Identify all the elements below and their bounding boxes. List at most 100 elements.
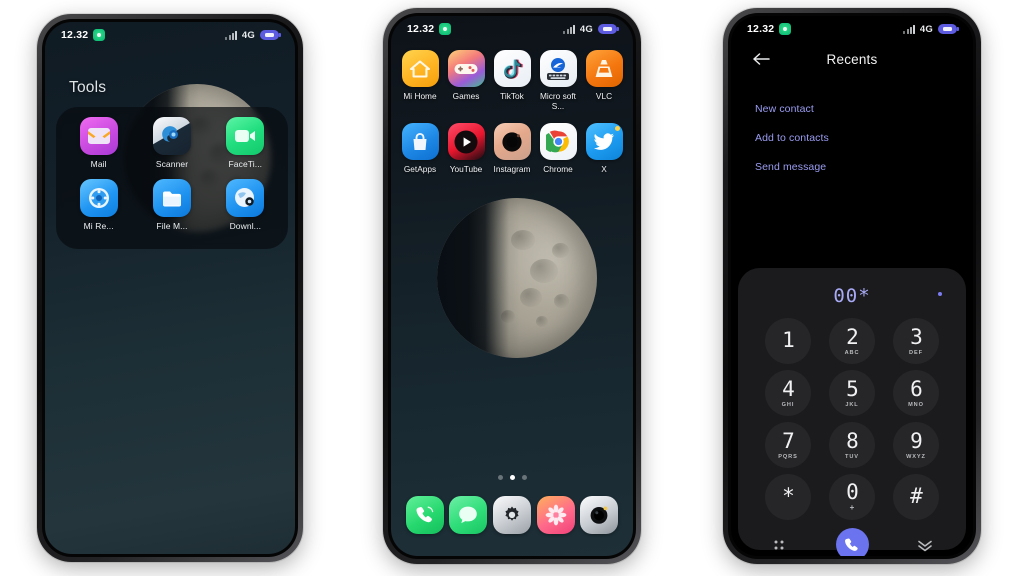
dialpad-key-9[interactable]: 9 WXYZ [893,422,939,468]
keypad-grid-icon[interactable] [768,534,790,556]
key-digit: 0 [846,480,859,504]
recording-indicator-icon [779,23,792,35]
folder-app-scanner[interactable]: Scanner [135,117,208,179]
key-digit: * [782,483,795,508]
app-games[interactable]: Games [443,50,489,111]
status-bar-left: 12.32 [61,29,106,41]
battery-icon [598,24,619,34]
app-x-twitter[interactable]: X [581,123,627,174]
folder-app-mi-remote[interactable]: Mi Re... [62,179,135,241]
battery-icon [260,30,281,40]
app-label: TikTok [500,91,524,101]
link-new-contact[interactable]: New contact [755,94,949,123]
folder-app-label: FaceTi... [228,159,263,169]
chevron-double-down-icon[interactable] [914,534,936,556]
screenshot-canvas: 12.32 4G Tools Mail Scanner FaceTi... Mi… [0,0,1024,576]
vlc-icon [585,50,623,87]
app-vlc[interactable]: VLC [581,50,627,111]
phone-3-screen: 12.32 4G Recents New contact Add to cont… [731,16,973,556]
tiktok-icon [493,50,531,87]
dialpad-key-3[interactable]: 3 DEF [893,318,939,364]
games-icon [447,50,485,87]
folder-app-downloads[interactable]: Downl... [209,179,282,241]
network-type-label: 4G [579,23,593,35]
key-digit: 2 [846,324,859,349]
key-digit: 9 [910,428,923,453]
youtube-icon [447,123,485,161]
dialpad-key-5[interactable]: 5 JKL [829,370,875,416]
phone-call-icon[interactable] [835,528,869,556]
message-bubble-icon[interactable] [449,496,488,534]
link-add-to-contacts[interactable]: Add to contacts [755,123,949,152]
folder-app-file-manager[interactable]: File M... [135,179,208,241]
dialpad-key-8[interactable]: 8 TUV [829,422,875,468]
moon-wallpaper-2 [437,198,597,358]
folder-app-mail[interactable]: Mail [62,117,135,179]
status-bar: 12.32 4G [45,22,295,48]
app-label: Chrome [543,164,573,175]
key-digit: 3 [910,324,923,349]
app-label: Instagram [493,164,531,175]
dialpad-key-6[interactable]: 6 MNO [893,370,939,416]
app-instagram[interactable]: Instagram [489,123,535,174]
app-tiktok[interactable]: TikTok [489,50,535,111]
key-letters: PQRS [778,453,798,460]
battery-icon [938,24,959,34]
recording-indicator-icon [439,23,452,35]
page-dot[interactable] [497,475,503,480]
chrome-icon [539,123,577,161]
app-getapps[interactable]: GetApps [397,123,443,174]
app-label: Mi Home [403,91,437,101]
dialpad-key-2[interactable]: 2 ABC [829,318,875,364]
dialpad-key-0[interactable]: 0 + [829,474,875,520]
arrow-left-icon[interactable] [751,48,773,70]
phone-1-bezel: 12.32 4G Tools Mail Scanner FaceTi... Mi… [42,19,298,557]
phone-icon[interactable] [405,496,444,534]
dialpad-key-4[interactable]: 4 GHI [765,370,811,416]
key-digit: 5 [846,376,859,401]
camera-icon[interactable] [580,496,619,534]
app-label: VLC [595,91,613,101]
status-time: 12.32 [747,23,775,35]
page-indicator[interactable] [391,475,633,480]
dialpad-key-1[interactable]: 1 [765,318,811,364]
mi-home-icon [401,50,439,87]
key-letters: TUV [845,453,859,460]
gear-icon[interactable] [492,496,531,534]
key-letters: DEF [909,349,923,356]
folder-app-facetime[interactable]: FaceTi... [209,117,282,179]
network-type-label: 4G [241,29,255,41]
app-grid: Mi Home Games TikTok Micro soft S... VLC… [391,50,633,174]
app-mi-home[interactable]: Mi Home [397,50,443,111]
folder-app-label: Downl... [229,221,262,231]
dialpad: 00* 1 2 ABC 3 DEF 4 GHI 5 JKL 6 MNO 7 PQ… [738,268,966,556]
phone-2-screen: 12.32 4G Mi Home Games TikTok Micro soft… [391,16,633,556]
dialpad-key-star[interactable]: * [765,474,811,520]
app-youtube[interactable]: YouTube [443,123,489,174]
app-label: YouTube [449,164,483,175]
page-dot-active[interactable] [509,475,515,480]
flower-icon[interactable] [536,496,575,534]
phone-3-bezel: 12.32 4G Recents New contact Add to cont… [728,13,976,559]
sim-indicator-dot [938,292,942,296]
app-microsoft-swiftkey[interactable]: Micro soft S... [535,50,581,111]
dialpad-key-hash[interactable]: # [893,474,939,520]
link-send-message[interactable]: Send message [755,152,949,181]
app-label: X [601,164,607,175]
network-type-label: 4G [919,23,933,35]
page-dot[interactable] [521,475,527,480]
key-letters: WXYZ [906,453,926,460]
key-letters: GHI [781,401,795,408]
key-letters: JKL [845,401,859,408]
folder-container[interactable]: Mail Scanner FaceTi... Mi Re... File M..… [56,107,288,249]
app-label: GetApps [403,164,437,175]
dialpad-actions [738,520,966,556]
dialed-number[interactable]: 00* [833,285,870,307]
dialpad-key-7[interactable]: 7 PQRS [765,422,811,468]
signal-bars-icon [225,30,237,40]
app-chrome[interactable]: Chrome [535,123,581,174]
dock [391,496,633,534]
key-digit: 4 [782,376,795,401]
x-twitter-icon [585,123,623,161]
instagram-icon [493,123,531,161]
